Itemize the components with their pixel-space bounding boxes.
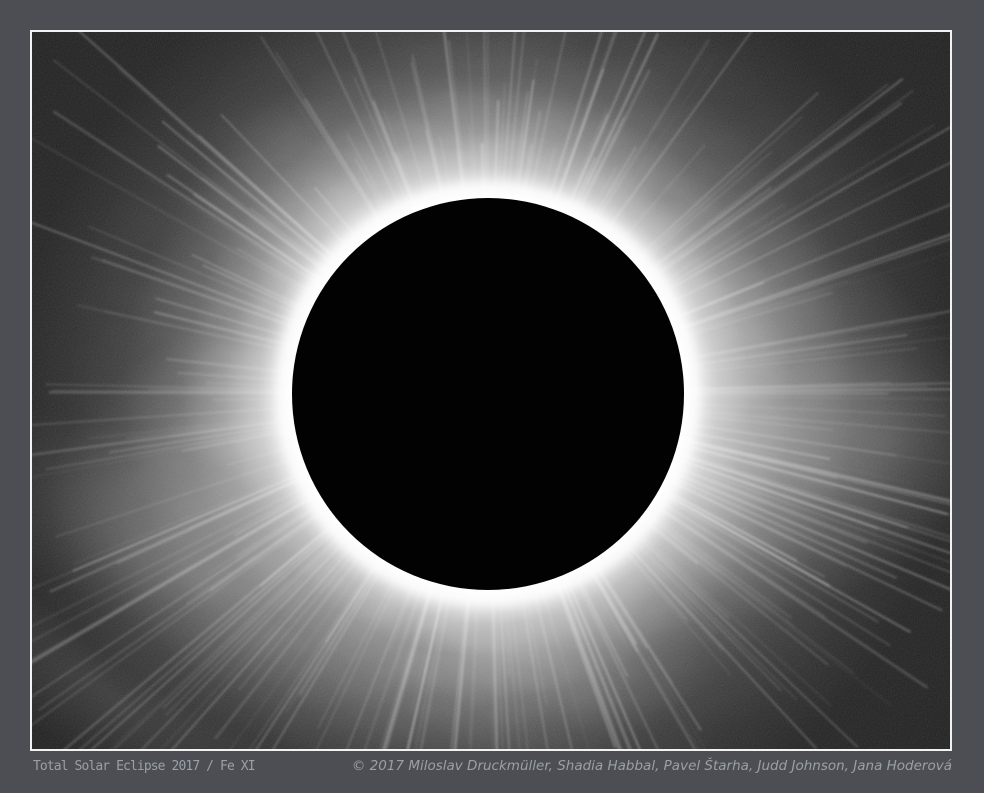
moon-disk: [292, 198, 684, 590]
caption-bar: Total Solar Eclipse 2017 / Fe XI © 2017 …: [33, 758, 952, 774]
eclipse-photo: [32, 32, 950, 749]
eclipse-photo-frame: [30, 30, 952, 751]
photo-page: Total Solar Eclipse 2017 / Fe XI © 2017 …: [0, 0, 984, 793]
photo-title: Total Solar Eclipse 2017 / Fe XI: [33, 759, 255, 774]
photo-credit: © 2017 Miloslav Druckmüller, Shadia Habb…: [352, 758, 952, 774]
